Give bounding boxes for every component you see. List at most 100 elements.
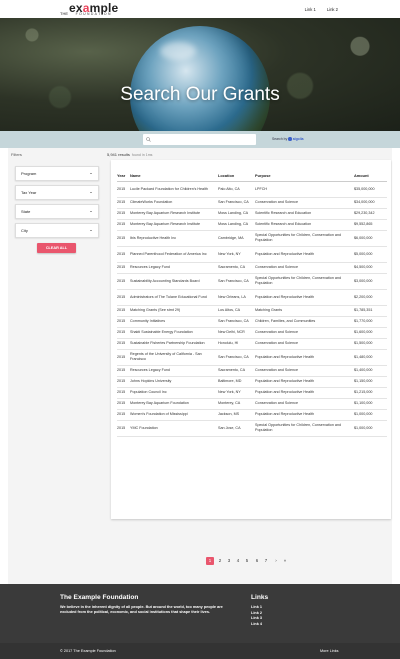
- cell-name: Sustainable Fisheries Partnership Founda…: [130, 338, 218, 350]
- cell-purpose: Conservation and Science: [255, 398, 354, 410]
- site-logo[interactable]: THE example FOUNDATION: [60, 2, 118, 16]
- footer-links: Link 1 Link 2 Link 3 Link 4: [251, 605, 262, 627]
- search-box[interactable]: [143, 134, 256, 145]
- cell-name: Women's Foundation of Mississippi: [130, 409, 218, 421]
- table-header-row: Year Name Location Purpose Amount: [117, 170, 387, 182]
- page-5[interactable]: 5: [243, 557, 251, 565]
- filter-city[interactable]: City: [15, 223, 99, 238]
- table-row[interactable]: 2015 Resources Legacy Fund Sacramento, CA C…: [117, 262, 387, 274]
- algolia-icon: [288, 137, 292, 141]
- table-row[interactable]: 2015 Resources Legacy Fund Sacramento, CA C…: [117, 365, 387, 377]
- search-powered-by[interactable]: Search by algolia: [272, 137, 304, 141]
- clear-all-button[interactable]: CLEAR ALL: [37, 243, 76, 253]
- cell-amount: $2,200,000: [354, 289, 387, 306]
- cell-name: ClimateWorks Foundation: [130, 197, 218, 209]
- filter-city-label: City: [21, 228, 28, 233]
- table-row[interactable]: 2015 Shakti Sustainable Energy Foundation…: [117, 327, 387, 339]
- page-next[interactable]: ›: [272, 557, 280, 565]
- table-row[interactable]: 2015 YMC Foundation San Jose, CA Special Op…: [117, 420, 387, 437]
- footer-link-1[interactable]: Link 1: [251, 605, 262, 611]
- page-2[interactable]: 2: [216, 557, 224, 565]
- col-location[interactable]: Location: [218, 170, 255, 182]
- table-row[interactable]: 2015 Matching Grants (See stmt 29) Los Alt…: [117, 305, 387, 317]
- table-body: 2015 Lucile Packard Foundation for Childr…: [117, 181, 387, 437]
- footer-title: The Example Foundation: [60, 594, 139, 601]
- nav-link-1[interactable]: Link 1: [305, 7, 316, 12]
- page-3[interactable]: 3: [225, 557, 233, 565]
- cell-location: Sacramento, CA: [218, 365, 255, 377]
- page-7[interactable]: 7: [262, 557, 270, 565]
- cell-year: 2015: [117, 327, 130, 339]
- page-4[interactable]: 4: [234, 557, 242, 565]
- table-row[interactable]: 2015 Sustainable Fisheries Partnership Fo…: [117, 338, 387, 350]
- table-row[interactable]: 2015 Monterey Bay Aquarium Foundation Mont…: [117, 398, 387, 410]
- cell-year: 2015: [117, 208, 130, 220]
- table-row[interactable]: 2015 Monterey Bay Aquarium Research Insti…: [117, 208, 387, 220]
- filter-state[interactable]: State: [15, 204, 99, 219]
- cell-location: San Francisco, CA: [218, 197, 255, 209]
- col-name[interactable]: Name: [130, 170, 218, 182]
- cell-year: 2015: [117, 409, 130, 421]
- cell-location: Sacramento, CA: [218, 262, 255, 274]
- filter-tax-year[interactable]: Tax Year: [15, 185, 99, 200]
- cell-amount: $5,000,000: [354, 246, 387, 263]
- filter-program[interactable]: Program: [15, 166, 99, 181]
- footer-text: We believe in the inherent dignity of al…: [60, 605, 223, 615]
- cell-purpose: Children, Families, and Communities: [255, 316, 354, 328]
- cell-amount: $1,500,000: [354, 338, 387, 350]
- filter-program-label: Program: [21, 171, 37, 176]
- results-count: 5,941 results found in 1ms: [107, 152, 152, 157]
- page-6[interactable]: 6: [253, 557, 261, 565]
- page-last[interactable]: »: [281, 557, 289, 565]
- cell-amount: $29,230,342: [354, 208, 387, 220]
- caret-down-icon: [90, 211, 92, 212]
- cell-name: Population Council Inc: [130, 387, 218, 399]
- nav-link-2[interactable]: Link 2: [327, 7, 338, 12]
- cell-amount: $1,000,000: [354, 409, 387, 421]
- col-year[interactable]: Year: [117, 170, 130, 182]
- cell-name: Matching Grants (See stmt 29): [130, 305, 218, 317]
- cell-name: Lucile Packard Foundation for Children's…: [130, 181, 218, 198]
- table-row[interactable]: 2015 Sustainability Accounting Standards …: [117, 273, 387, 290]
- cell-location: Los Altos, CA: [218, 305, 255, 317]
- table-row[interactable]: 2015 Lucile Packard Foundation for Childr…: [117, 181, 387, 198]
- cell-year: 2015: [117, 387, 130, 399]
- table-row[interactable]: 2015 Planned Parenthood Federation of Ame…: [117, 246, 387, 263]
- results-table: Year Name Location Purpose Amount 2015 Lu…: [117, 170, 387, 437]
- top-nav: THE example FOUNDATION Link 1 Link 2: [0, 0, 400, 18]
- cell-amount: $6,000,000: [354, 230, 387, 247]
- cell-year: 2015: [117, 273, 130, 290]
- cell-location: Cambridge, MA: [218, 230, 255, 247]
- cell-amount: $35,000,000: [354, 181, 387, 198]
- cell-amount: $1,215,000: [354, 387, 387, 399]
- page-1[interactable]: 1: [206, 557, 214, 565]
- cell-location: Palo Alto, CA: [218, 181, 255, 198]
- footer-link-4[interactable]: Link 4: [251, 622, 262, 628]
- footer-more-links[interactable]: More Links: [320, 649, 339, 653]
- table-row[interactable]: 2015 Ibis Reproductive Health Inc Cambridg…: [117, 230, 387, 247]
- cell-amount: $1,785,351: [354, 305, 387, 317]
- table-row[interactable]: 2015 Population Council Inc New York, NY Po…: [117, 387, 387, 399]
- cell-amount: $1,400,000: [354, 365, 387, 377]
- table-row[interactable]: 2015 Women's Foundation of Mississippi Jac…: [117, 409, 387, 421]
- caret-down-icon: [90, 230, 92, 231]
- search-input[interactable]: [153, 137, 243, 142]
- table-row[interactable]: 2015 Community Initiatives San Francisco, …: [117, 316, 387, 328]
- table-row[interactable]: 2015 ClimateWorks Foundation San Francisco…: [117, 197, 387, 209]
- table-row[interactable]: 2015 Monterey Bay Aquarium Research Insti…: [117, 219, 387, 231]
- col-amount[interactable]: Amount: [354, 170, 387, 182]
- pagination: 1 2 3 4 5 6 7 › »: [106, 557, 392, 565]
- cell-amount: $1,480,000: [354, 349, 387, 366]
- footer-link-3[interactable]: Link 3: [251, 616, 262, 622]
- cell-location: New York, NY: [218, 246, 255, 263]
- table-row[interactable]: 2015 Administrators of The Tulane Educati…: [117, 289, 387, 306]
- table-row[interactable]: 2015 Johns Hopkins University Baltimore, M…: [117, 376, 387, 388]
- table-row[interactable]: 2015 Regents of the University of Califor…: [117, 349, 387, 366]
- cell-amount: $1,100,000: [354, 398, 387, 410]
- search-band: Search by algolia: [0, 131, 400, 148]
- col-purpose[interactable]: Purpose: [255, 170, 354, 182]
- top-links: Link 1 Link 2: [305, 7, 338, 12]
- cell-location: San Francisco, CA: [218, 349, 255, 366]
- cell-purpose: Conservation and Science: [255, 262, 354, 274]
- cell-location: Moss Landing, CA: [218, 208, 255, 220]
